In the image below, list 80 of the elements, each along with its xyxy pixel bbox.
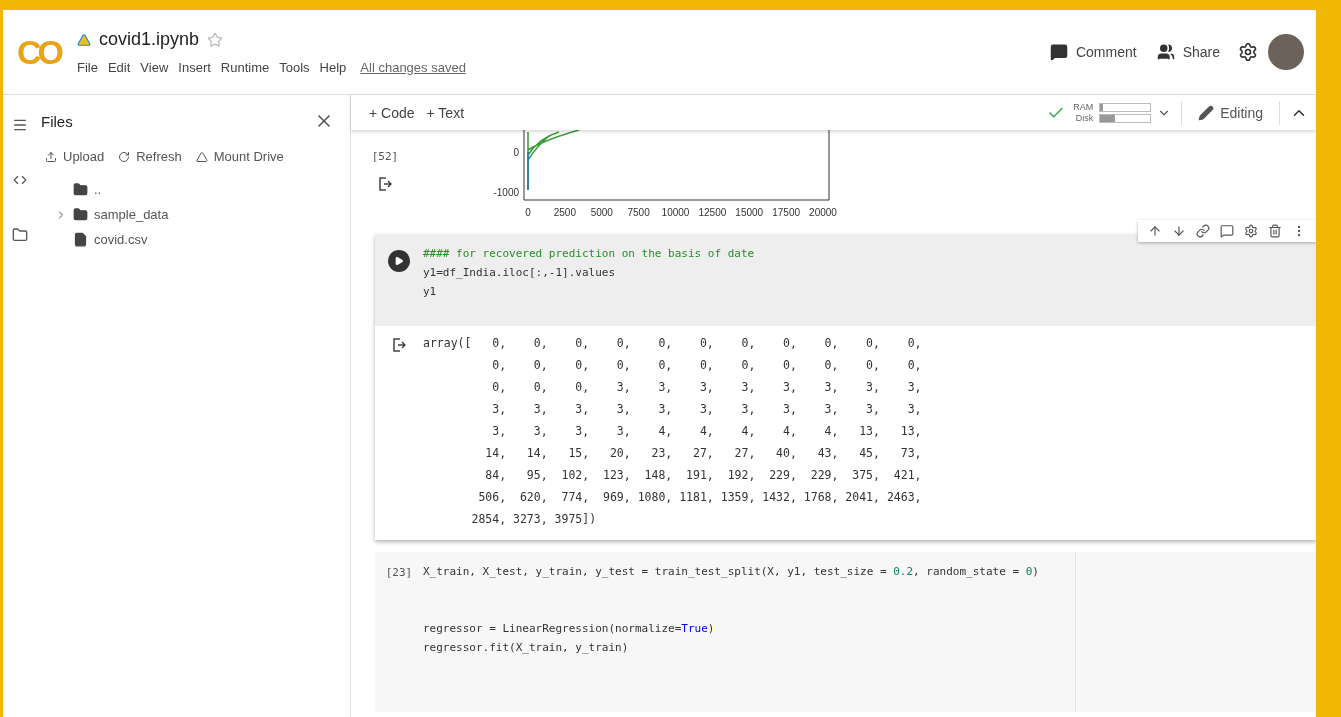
resource-meter[interactable]: RAM Disk <box>1047 102 1172 123</box>
code-line: regressor = LinearRegression(normalize=True) <box>423 621 716 637</box>
pencil-icon[interactable] <box>1198 104 1215 121</box>
y-tick-label: -1000 <box>493 187 519 198</box>
code-line: y1 <box>423 284 438 300</box>
arrow-down-icon[interactable] <box>1172 224 1186 238</box>
comment-button[interactable]: Comment <box>1039 37 1147 67</box>
comment-icon[interactable] <box>1049 43 1068 61</box>
output-line: 14, 14, 15, 20, 23, 27, 27, 40, 43, 45, 73, <box>484 445 922 462</box>
code-cell[interactable]: [23] X_train, X_test, y_train, y_test = train_test_split(X, y1, test_size = 0.2, random_state = 0) regressor = LinearRegression(normalize=True) regressor.fit(X_train, y_train) <box>375 552 1316 712</box>
x-tick-label: 2500 <box>553 207 576 218</box>
output-line: 3, 3, 3, 3, 3, 3, 3, 3, 3, 3, 3, <box>491 401 922 418</box>
upload-button[interactable]: Upload <box>45 149 105 164</box>
code-icon[interactable] <box>13 173 27 187</box>
file-tree-item[interactable]: .. <box>55 182 334 197</box>
menu-item[interactable]: Help <box>319 60 347 75</box>
triangle-icon[interactable] <box>195 150 208 163</box>
menu-item[interactable]: Runtime <box>220 60 270 75</box>
x-tick-label: 12500 <box>698 207 727 218</box>
output-line: 0, 0, 0, 3, 3, 3, 3, 3, 3, 3, 3, <box>491 379 922 396</box>
refresh-button[interactable]: Refresh <box>118 149 182 164</box>
menu-item[interactable]: Edit <box>107 60 131 75</box>
menu-icon[interactable] <box>12 117 28 133</box>
x-tick-label: 0 <box>525 207 531 218</box>
notebook-title[interactable]: covid1.ipynb <box>99 29 200 50</box>
x-tick-label: 17500 <box>772 207 801 218</box>
settings-icon[interactable] <box>1238 42 1258 62</box>
folder-icon[interactable] <box>12 227 28 243</box>
avatar[interactable] <box>1268 34 1304 70</box>
file-icon <box>73 232 88 247</box>
execution-count: [52] <box>371 150 399 163</box>
star-icon[interactable] <box>207 31 224 48</box>
save-status-link[interactable]: All changes saved <box>360 60 466 75</box>
share-button[interactable]: Share <box>1146 37 1230 67</box>
menu-item[interactable]: View <box>140 60 169 75</box>
upload-icon[interactable] <box>45 150 57 163</box>
code-line: X_train, X_test, y_train, y_test = train_test_split(X, y1, test_size = 0.2, random_state = 0) <box>423 564 1040 580</box>
output-line: 3, 3, 3, 3, 4, 4, 4, 4, 4, 13, 13, <box>491 423 922 440</box>
run-button[interactable] <box>388 250 410 272</box>
file-tree-item[interactable]: covid.csv <box>55 232 334 247</box>
code-line: #### for recovered prediction on the basis of date <box>423 246 756 262</box>
menu-item[interactable]: Insert <box>178 60 211 75</box>
link-icon[interactable] <box>1196 224 1210 238</box>
refresh-icon[interactable] <box>118 150 131 163</box>
insert-button[interactable]: + Code <box>363 100 421 125</box>
settings-icon[interactable] <box>1244 224 1258 238</box>
menu-item[interactable]: File <box>77 60 98 75</box>
people-icon[interactable] <box>1156 43 1175 61</box>
output-line: 84, 95, 102, 123, 148, 191, 192, 229, 229, 375, 421, <box>484 467 922 484</box>
meter-label: RAM <box>1072 102 1094 112</box>
triangle-icon <box>77 32 91 47</box>
output-line: 0, 0, 0, 0, 0, 0, 0, 0, 0, 0, 0, <box>491 357 922 374</box>
output-line: 2854, 3273, 3975]) <box>470 511 598 528</box>
meter-label: Disk <box>1074 113 1094 123</box>
insert-button[interactable]: + Text <box>420 100 471 125</box>
x-tick-label: 20000 <box>809 207 837 218</box>
play-icon[interactable] <box>394 256 404 266</box>
chart-lines-drawing <box>527 130 580 191</box>
output-icon <box>378 177 392 191</box>
panel-title: Files <box>41 112 73 130</box>
menu-item[interactable]: Tools <box>279 60 310 75</box>
x-tick-label: 7500 <box>627 207 650 218</box>
folder-icon <box>73 207 88 222</box>
y-tick-label: 0 <box>513 147 519 158</box>
code-line: y1=df_India.iloc[:,-1].values <box>423 265 617 281</box>
code-line: regressor.fit(X_train, y_train) <box>423 640 630 656</box>
arrow-up-icon[interactable] <box>1148 224 1162 238</box>
x-tick-label: 5000 <box>590 207 613 218</box>
code-cell[interactable] <box>375 234 1316 540</box>
drive-button[interactable]: Mount Drive <box>195 149 284 164</box>
x-tick-label: 15000 <box>735 207 764 218</box>
output-line: array([ 0, 0, 0, 0, 0, 0, 0, 0, 0, 0, 0, <box>423 335 922 352</box>
execution-count: [23] <box>385 566 413 579</box>
trash-icon[interactable] <box>1268 224 1282 238</box>
folder-icon <box>73 182 88 197</box>
x-tick-label: 10000 <box>661 207 690 218</box>
output-line: 506, 620, 774, 969, 1080, 1181, 1359, 1432, 1768, 2041, 2463, <box>477 489 922 506</box>
output-icon <box>392 338 406 352</box>
editing-button[interactable]: Editing <box>1192 103 1269 122</box>
file-tree-item[interactable]: sample_data <box>55 207 334 222</box>
